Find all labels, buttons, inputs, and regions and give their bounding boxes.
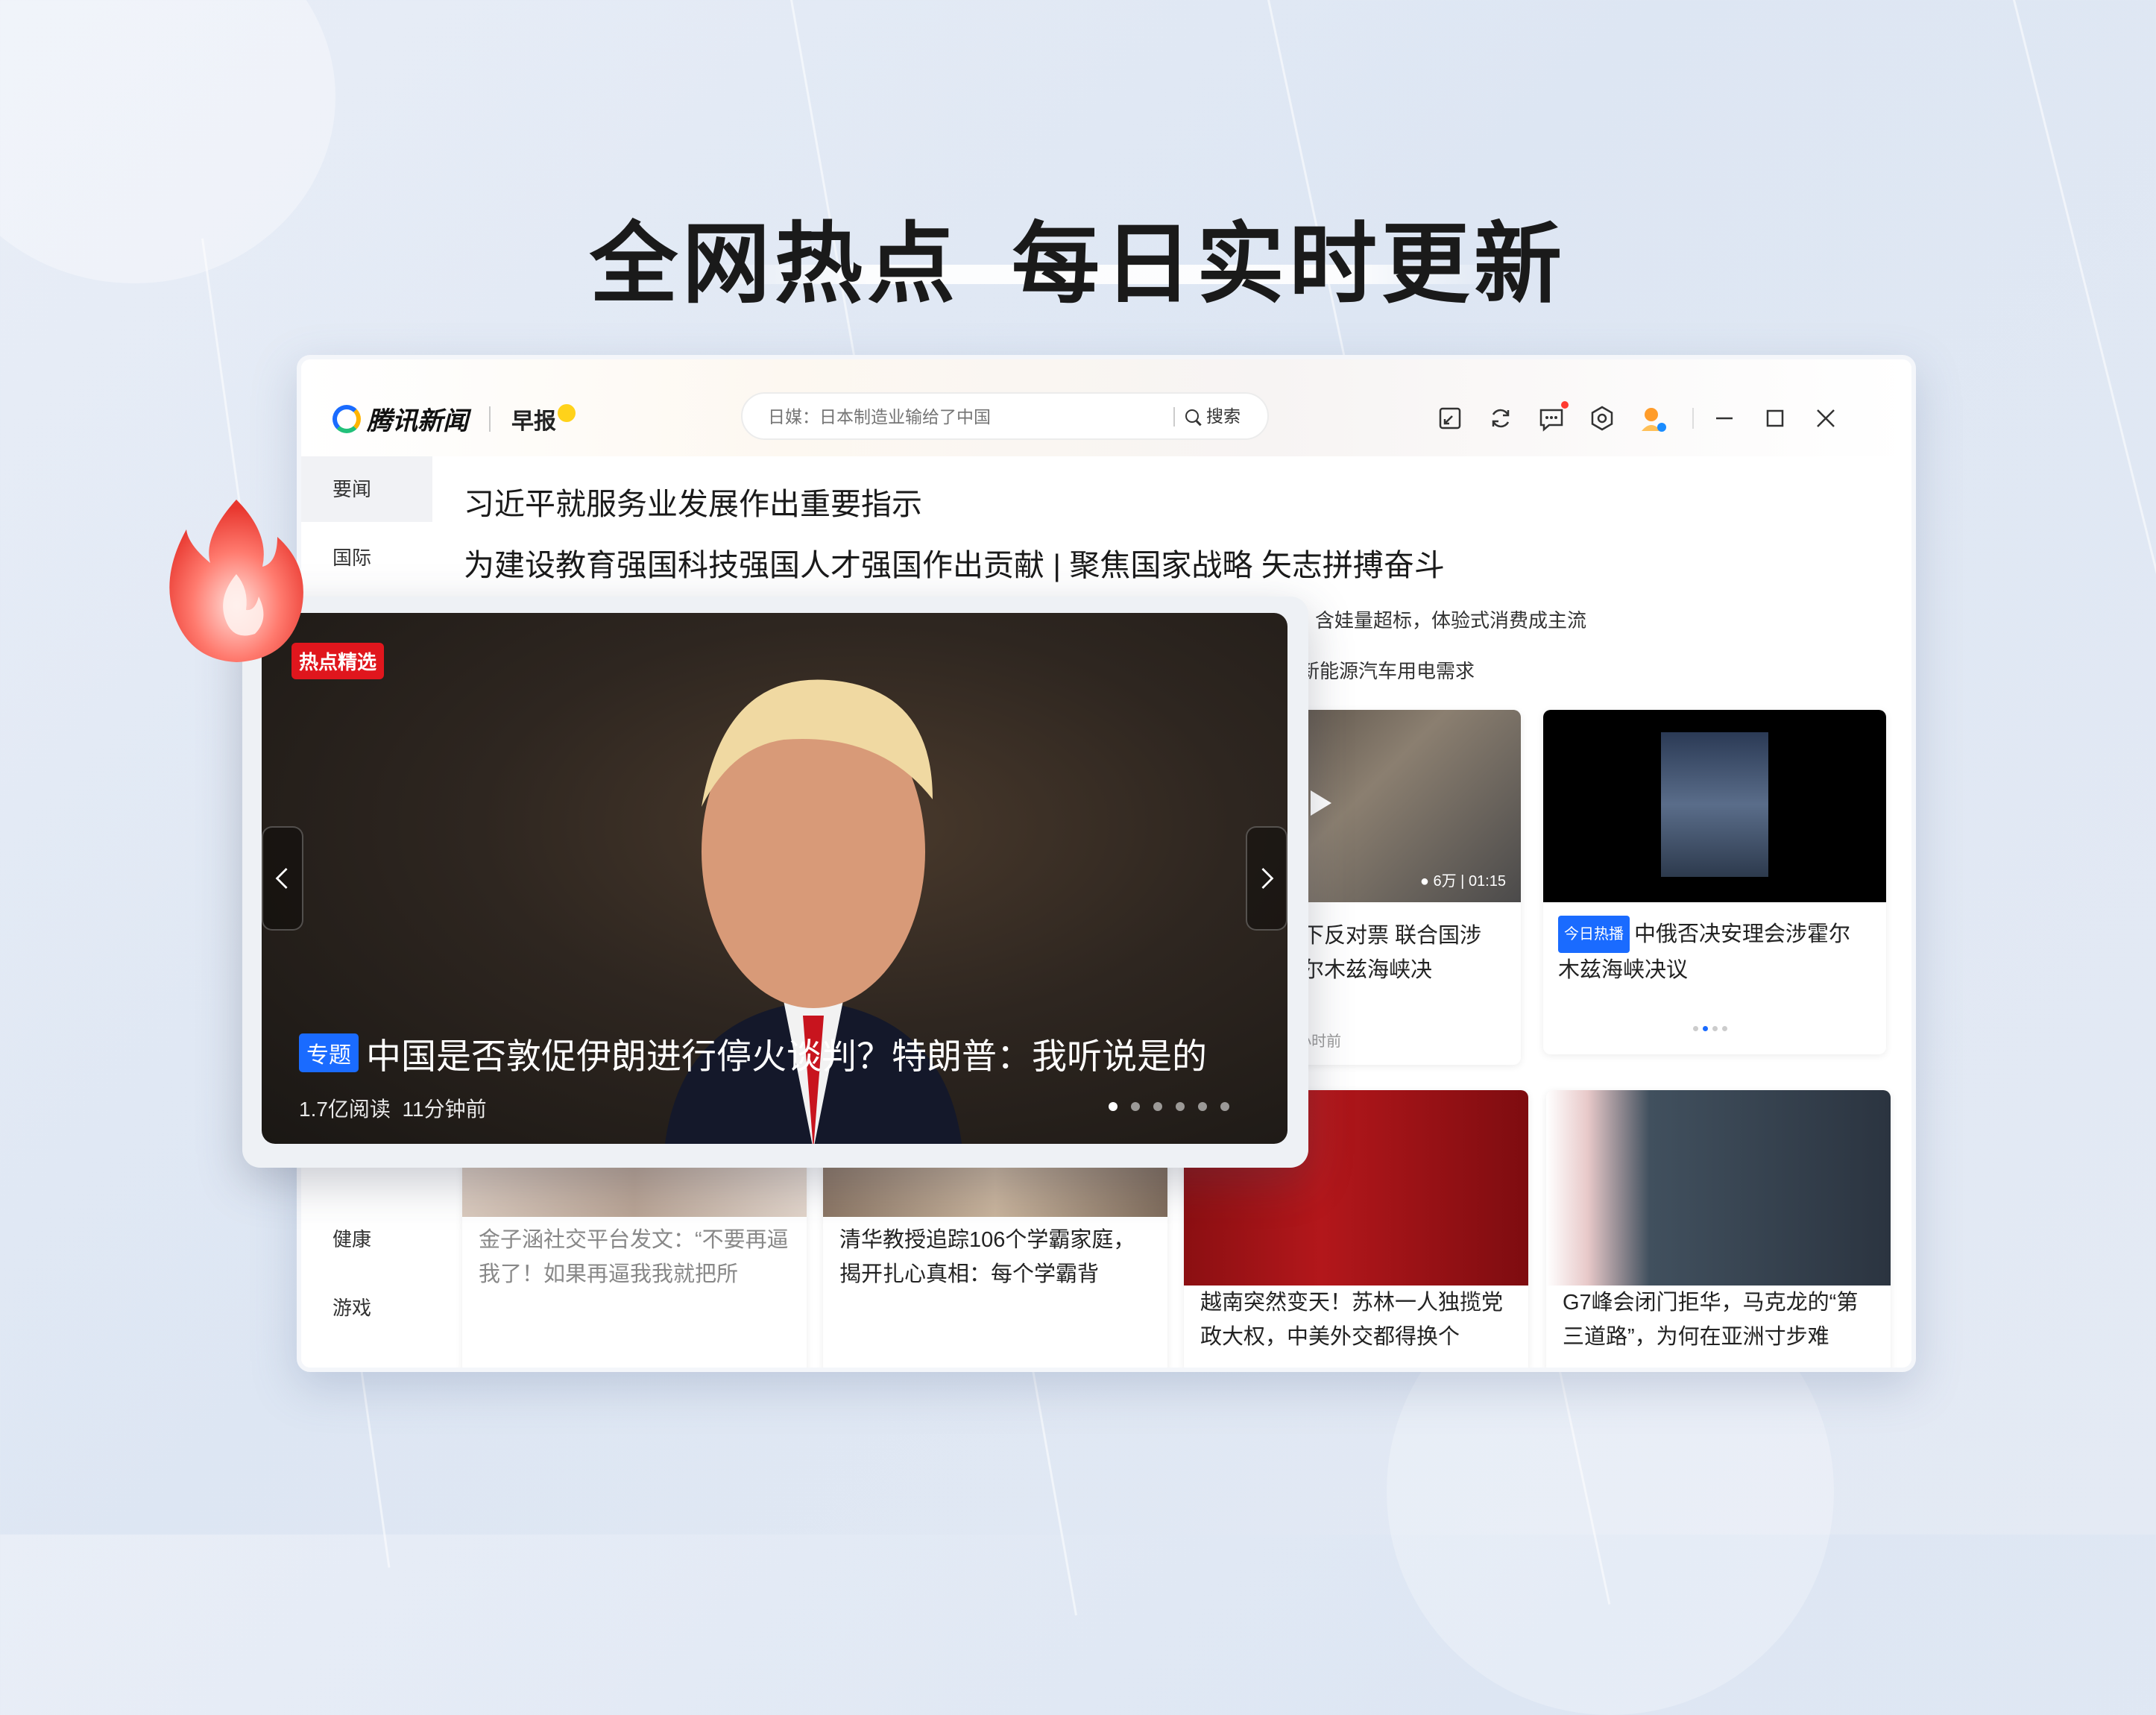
news-thumbnail [1546,1090,1891,1286]
video-duration: 01:15 [1468,873,1506,890]
morning-report-link[interactable]: 早报 [511,403,576,435]
pager-dot [1712,1026,1718,1031]
chevron-left-icon [275,868,288,889]
carousel-dot[interactable] [1131,1102,1140,1111]
sidebar-item-yaowen[interactable]: 要闻 [301,456,432,522]
pager-dot [1703,1026,1708,1031]
chevron-right-icon [1261,868,1274,889]
app-logo[interactable]: 腾讯新闻 早报 [332,400,576,437]
search-icon [1185,409,1199,423]
stat-separator: | [1460,873,1469,890]
settings-icon[interactable] [1586,403,1618,434]
featured-title-text: 中国是否敦促伊朗进行停火谈判？特朗普：我听说是的 [366,1036,1207,1076]
carousel-dot[interactable] [1109,1102,1118,1111]
search-separator [1173,407,1175,427]
special-badge: 专题 [299,1033,359,1072]
featured-popup: 热点精选 专题 中国是否敦促伊朗进行停火谈判？特朗普：我听说是的 1.7亿阅读 1… [242,597,1308,1168]
card-title: 越南突然变天！苏林一人独揽党政大权，中美外交都得换个 [1200,1291,1504,1349]
app-logo-text: 腾讯新闻 [367,407,468,435]
card-title: 金子涵社交平台发文：“不要再逼我了！如果再逼我我就把所 [479,1228,789,1286]
tencent-news-logo-icon [332,404,361,433]
sidebar-item-youxi[interactable]: 游戏 [301,1275,432,1341]
hero-title-left: 全网热点 [589,213,959,315]
video-stats: ● 6万 | 01:15 [1420,869,1506,890]
carousel-dot[interactable] [1198,1102,1207,1111]
restore-window-icon[interactable] [1434,403,1466,434]
carousel-dot[interactable] [1176,1102,1185,1111]
refresh-icon[interactable] [1485,403,1516,434]
morning-report-label: 早报 [511,409,556,434]
hot-news-card[interactable]: 今日热播 中俄否决安理会涉霍尔木兹海峡决议 [1543,710,1886,1054]
read-count: 1.7亿阅读 [299,1098,391,1121]
news-thumbnail [1543,710,1886,902]
news-link[interactable]: 新能源汽车用电需求 [1300,656,1475,684]
publish-time: 11分钟前 [402,1098,487,1121]
headline-link[interactable]: 为建设教育强国科技强国人才强国作出贡献 | 聚焦国家战略 矢志拼搏奋斗 [464,540,1445,585]
thumbnail-image [1661,732,1768,877]
carousel-dot[interactable] [1153,1102,1162,1111]
hot-badge: 今日热播 [1558,916,1630,953]
search-input[interactable] [766,394,1157,440]
pager-dot [1722,1026,1727,1031]
flame-icon [169,500,303,662]
minimize-icon[interactable] [1709,403,1740,434]
sun-icon [558,403,576,422]
card-title: 清华教授追踪106个学霸家庭，揭开扎心真相：每个学霸背 [839,1228,1135,1286]
close-icon[interactable] [1810,403,1841,434]
pager-dot [1693,1026,1698,1031]
search-button-label: 搜索 [1206,406,1241,426]
news-card[interactable]: G7峰会闭门拒华，马克龙的“第三道路”，为何在亚洲寸步难 [1546,1090,1891,1368]
card-title: 投下反对票 联合国涉霍尔木兹海峡决 [1281,924,1482,982]
unread-dot [1561,401,1569,409]
headline-link[interactable]: 习近平就服务业发展作出重要指示 [464,479,922,523]
avatar-icon[interactable] [1637,403,1668,434]
hero-title-right: 每日实时更新 [1012,213,1567,315]
news-link[interactable]: 含娃量超标，体验式消费成主流 [1315,605,1586,633]
toolbar-separator [1692,408,1694,429]
hero-title: 全网热点 每日实时更新 [0,192,2156,320]
view-count: 6万 [1433,873,1457,890]
sidebar-item-guoji[interactable]: 国际 [301,525,432,591]
logo-divider [489,406,491,432]
view-count-icon: ● [1419,873,1429,890]
carousel-next-button[interactable] [1246,826,1287,931]
maximize-icon[interactable] [1759,403,1791,434]
search-box: 搜索 [741,392,1269,440]
featured-carousel[interactable]: 热点精选 专题 中国是否敦促伊朗进行停火谈判？特朗普：我听说是的 1.7亿阅读 1… [262,613,1287,1144]
featured-title[interactable]: 专题 中国是否敦促伊朗进行停火谈判？特朗普：我听说是的 [299,1028,1207,1079]
carousel-prev-button[interactable] [262,826,303,931]
carousel-dot[interactable] [1220,1102,1229,1111]
message-icon[interactable] [1536,401,1569,434]
card-title: G7峰会闭门拒华，马克龙的“第三道路”，为何在亚洲寸步难 [1563,1291,1859,1349]
carousel-dots [1095,1102,1229,1111]
sidebar-item-jiankang[interactable]: 健康 [301,1206,432,1272]
search-button[interactable]: 搜索 [1185,394,1241,438]
card-title: 今日热播 中俄否决安理会涉霍尔木兹海峡决议 [1558,916,1871,987]
featured-meta: 1.7亿阅读 11分钟前 [299,1093,487,1123]
card-pager [1691,1026,1730,1031]
title-bar: 腾讯新闻 早报 搜索 [301,359,1911,456]
toolbar [1434,401,1861,434]
